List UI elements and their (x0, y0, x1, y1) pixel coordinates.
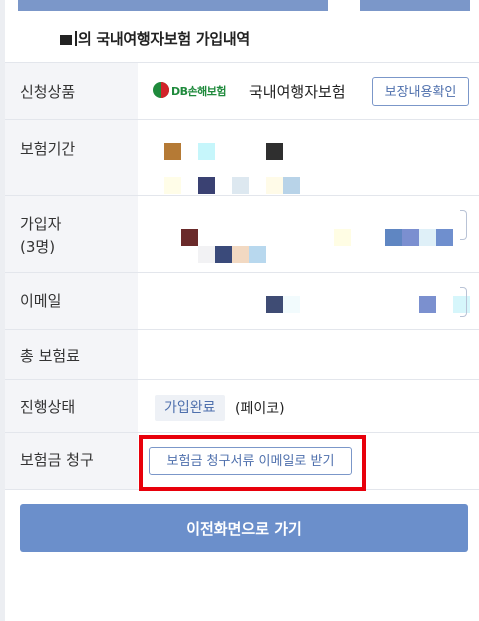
status-label: 진행상태 (20, 398, 76, 416)
redacted-period (164, 143, 181, 160)
premium-label: 총 보험료 (20, 347, 80, 365)
claim-documents-email-button[interactable]: 보험금 청구서류 이메일로 받기 (149, 447, 352, 475)
premium-row: 총 보험료 (5, 329, 479, 380)
period-row: 보험기간 (5, 119, 479, 196)
email-value-cell (138, 273, 479, 330)
claim-label-cell: 보험금 청구 (5, 433, 138, 489)
product-value-cell: DB손해보험 국내여행자보험 보장내용확인 (138, 63, 479, 120)
insured-value-cell (138, 196, 479, 273)
premium-value-cell (138, 330, 479, 380)
page-title: 의 국내여행자보험 가입내역 (60, 28, 250, 49)
email-label-cell: 이메일 (5, 273, 138, 330)
db-insurance-logo: DB손해보험 (153, 80, 238, 102)
email-row: 이메일 (5, 272, 479, 330)
premium-label-cell: 총 보험료 (5, 330, 138, 380)
product-label: 신청상품 (20, 83, 76, 101)
insured-row: 가입자 (3명) (5, 195, 479, 273)
status-label-cell: 진행상태 (5, 380, 138, 433)
coverage-check-button[interactable]: 보장내용확인 (372, 77, 469, 106)
insured-edit-control[interactable] (460, 210, 467, 240)
redacted-email (266, 296, 283, 313)
period-label: 보험기간 (20, 140, 76, 158)
insured-count: (3명) (20, 238, 56, 256)
payment-method: (페이코) (235, 401, 285, 417)
status-row: 진행상태 가입완료 (페이코) (5, 379, 479, 433)
claim-label: 보험금 청구 (20, 451, 94, 469)
back-button[interactable]: 이전화면으로 가기 (20, 504, 468, 552)
top-tab-bar-right (360, 0, 470, 11)
email-edit-control[interactable] (460, 287, 467, 317)
insured-label-cell: 가입자 (3명) (5, 196, 138, 273)
product-row: 신청상품 DB손해보험 국내여행자보험 보장내용확인 (5, 62, 479, 120)
redacted-name (60, 35, 72, 45)
top-tab-bar (18, 0, 328, 11)
period-value-cell (138, 120, 479, 196)
period-label-cell: 보험기간 (5, 120, 138, 196)
redacted-insured (181, 229, 198, 246)
email-label: 이메일 (20, 292, 62, 310)
product-label-cell: 신청상품 (5, 63, 138, 120)
db-emblem-icon (153, 82, 169, 98)
status-badge: 가입완료 (155, 395, 225, 421)
insured-label: 가입자 (20, 215, 62, 233)
status-value-cell: 가입완료 (페이코) (138, 380, 479, 433)
product-name: 국내여행자보험 (249, 83, 346, 101)
